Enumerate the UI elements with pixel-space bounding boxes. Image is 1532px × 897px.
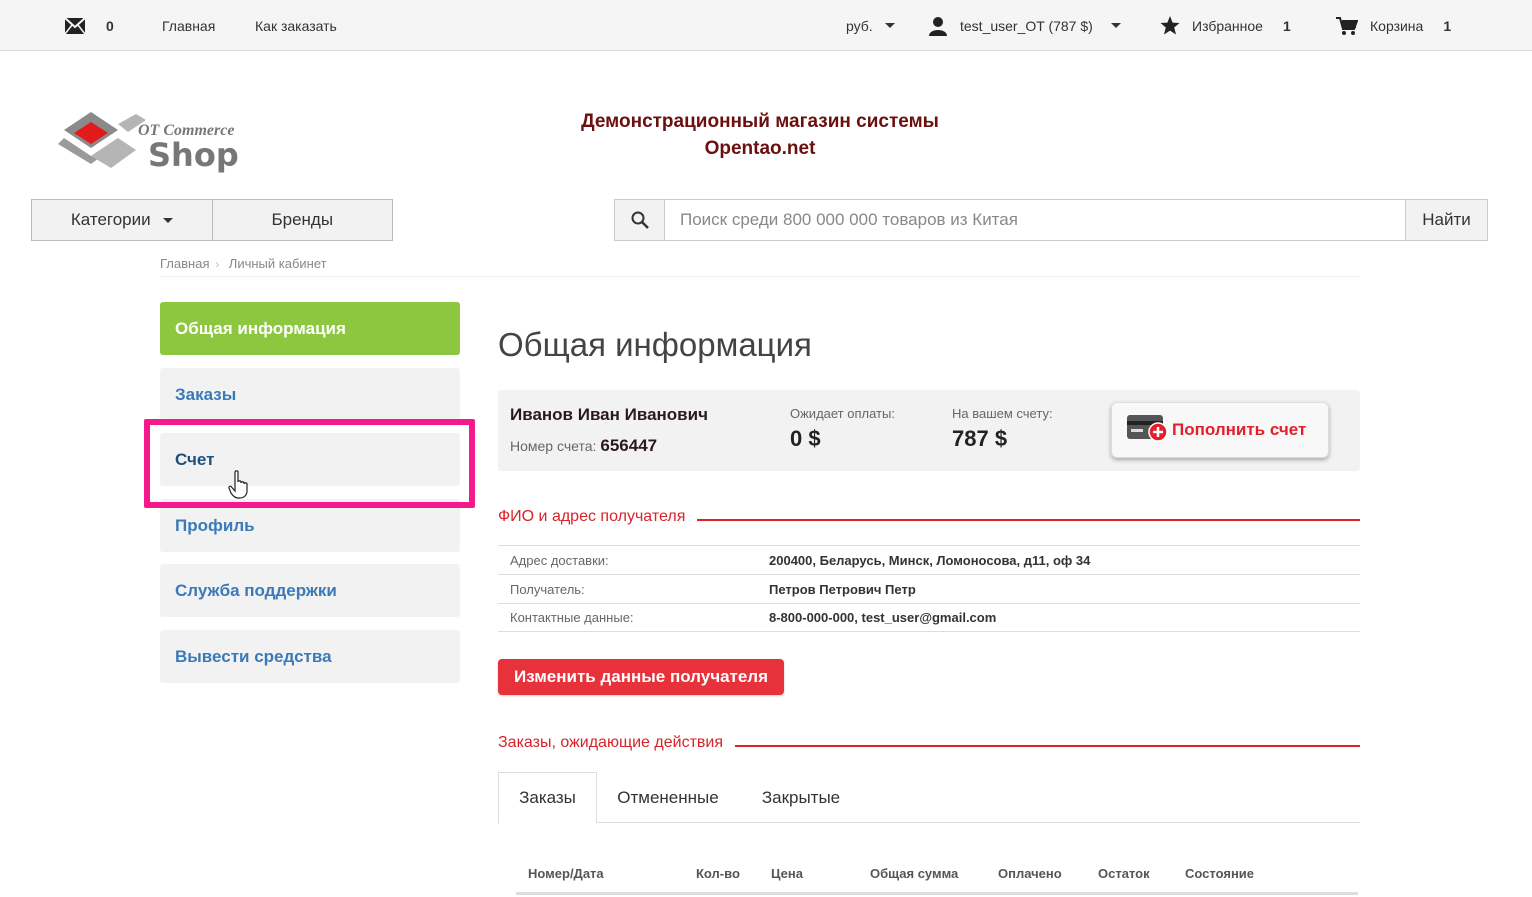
recipient-table: Адрес доставки: 200400, Беларусь, Минск,…: [498, 545, 1360, 632]
account-number-value: 656447: [600, 436, 658, 455]
balance-label: На вашем счету:: [952, 406, 1053, 421]
favorites-link[interactable]: Избранное 1: [1160, 0, 1291, 51]
search-bar: Найти: [614, 199, 1488, 241]
column-quantity[interactable]: Кол-во: [696, 866, 740, 881]
orders-section-title: Заказы, ожидающие действия: [498, 734, 735, 752]
search-input[interactable]: [665, 200, 1405, 240]
categories-button[interactable]: Категории: [32, 200, 213, 240]
tab-closed[interactable]: Закрытые: [746, 772, 856, 823]
nav-home-link[interactable]: Главная: [162, 0, 215, 51]
row-value: 200400, Беларусь, Минск, Ломоносова, д11…: [769, 552, 1091, 568]
chevron-down-icon: [1110, 23, 1121, 28]
messages-link[interactable]: 0: [64, 0, 114, 51]
cart-icon: [1336, 16, 1358, 36]
highlight-frame: [144, 419, 475, 508]
sidebar-item-general-info[interactable]: Общая информация: [160, 302, 460, 355]
tab-cancelled[interactable]: Отмененные: [606, 772, 730, 823]
column-balance[interactable]: Остаток: [1098, 866, 1150, 881]
top-up-label: Пополнить счет: [1172, 420, 1307, 439]
edit-recipient-button[interactable]: Изменить данные получателя: [498, 659, 784, 695]
column-paid[interactable]: Оплачено: [998, 866, 1062, 881]
chevron-down-icon: [162, 217, 173, 223]
envelope-icon: [64, 16, 86, 35]
account-holder-name: Иванов Иван Иванович: [510, 405, 708, 424]
breadcrumb-home[interactable]: Главная: [160, 256, 209, 271]
search-icon[interactable]: [615, 200, 665, 240]
search-button[interactable]: Найти: [1405, 200, 1487, 240]
user-dropdown[interactable]: test_user_OT (787 $): [928, 0, 1121, 51]
row-key: Получатель:: [510, 581, 585, 597]
brands-label: Бренды: [271, 210, 334, 229]
card-add-icon: [1126, 412, 1168, 449]
favorites-count: 1: [1282, 17, 1291, 34]
cart-count: 1: [1443, 17, 1452, 34]
favorites-label: Избранное: [1192, 17, 1263, 34]
logo-main-text: Shop: [148, 136, 239, 174]
shop-title: Демонстрационный магазин системы Opentao…: [560, 108, 960, 162]
tab-orders[interactable]: Заказы: [498, 772, 597, 824]
cart-link[interactable]: Корзина 1: [1336, 0, 1451, 51]
account-number-label: Номер счета:: [510, 438, 597, 454]
nav-how-to-order-link[interactable]: Как заказать: [255, 0, 337, 51]
column-total[interactable]: Общая сумма: [870, 866, 958, 881]
recipient-section-header: ФИО и адрес получателя: [498, 508, 1360, 530]
table-row: Получатель: Петров Петрович Петр: [498, 574, 1360, 603]
orders-table-header: Номер/Дата Кол-во Цена Общая сумма Оплач…: [516, 862, 1358, 895]
currency-label: руб.: [846, 17, 873, 34]
breadcrumb-current: Личный кабинет: [228, 256, 327, 271]
messages-count: 0: [106, 17, 114, 34]
chevron-down-icon: [884, 23, 895, 28]
table-row: Контактные данные: 8-800-000-000, test_u…: [498, 603, 1360, 632]
row-key: Адрес доставки:: [510, 552, 609, 568]
breadcrumb: Главная › Личный кабинет: [160, 256, 1360, 277]
row-value: Петров Петрович Петр: [769, 581, 916, 597]
orders-section-header: Заказы, ожидающие действия: [498, 734, 1360, 756]
account-number: Номер счета: 656447: [510, 436, 657, 456]
column-price[interactable]: Цена: [771, 866, 803, 881]
user-icon: [928, 16, 948, 36]
row-value: 8-800-000-000, test_user@gmail.com: [769, 610, 997, 625]
table-row: Адрес доставки: 200400, Беларусь, Минск,…: [498, 545, 1360, 574]
cart-label: Корзина: [1370, 17, 1424, 34]
star-icon: [1160, 16, 1180, 35]
column-number-date[interactable]: Номер/Дата: [528, 866, 604, 881]
column-status[interactable]: Состояние: [1185, 866, 1254, 881]
row-key: Контактные данные:: [510, 610, 634, 625]
balance-value: 787 $: [952, 426, 1008, 451]
brands-button[interactable]: Бренды: [213, 200, 393, 240]
account-summary: Иванов Иван Иванович Номер счета: 656447 …: [498, 390, 1360, 471]
site-logo[interactable]: OT Commerce Shop: [56, 108, 256, 178]
awaiting-payment-label: Ожидает оплаты:: [790, 406, 895, 421]
hand-cursor-icon: [228, 470, 252, 505]
page-title: Общая информация: [498, 326, 812, 363]
awaiting-payment-value: 0 $: [790, 426, 821, 451]
user-name: test_user_OT (787 $): [960, 17, 1093, 34]
shop-title-line2: Opentao.net: [704, 138, 816, 159]
orders-tabs: Заказы Отмененные Закрытые: [498, 772, 1360, 824]
currency-dropdown[interactable]: руб.: [846, 0, 895, 51]
sidebar-item-support[interactable]: Служба поддержки: [160, 564, 460, 617]
recipient-section-title: ФИО и адрес получателя: [498, 508, 698, 526]
sidebar-item-orders[interactable]: Заказы: [160, 368, 460, 421]
sidebar-item-withdraw[interactable]: Вывести средства: [160, 630, 460, 683]
top-up-button[interactable]: Пополнить счет: [1111, 402, 1329, 458]
shop-title-line1: Демонстрационный магазин системы: [581, 111, 939, 132]
top-bar: 0 Главная Как заказать руб. test_user_OT…: [0, 0, 1532, 51]
catalog-nav: Категории Бренды: [31, 199, 393, 241]
categories-label: Категории: [70, 210, 151, 229]
chevron-right-icon: ›: [215, 259, 220, 271]
